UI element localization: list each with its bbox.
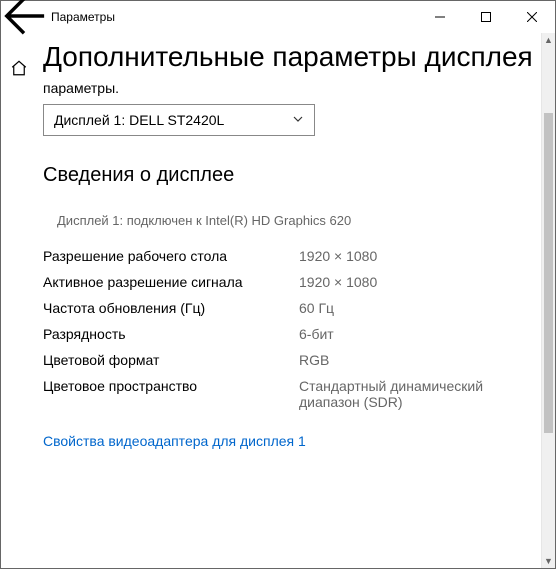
chevron-down-icon (292, 112, 304, 128)
content-area: Дополнительные параметры дисплея парамет… (1, 33, 555, 568)
minimize-button[interactable] (417, 1, 463, 33)
table-row: Цветовое пространствоСтандартный динамич… (43, 373, 535, 415)
window-title: Параметры (47, 10, 417, 24)
page-subline: параметры. (43, 80, 535, 96)
page-title: Дополнительные параметры дисплея (43, 39, 535, 74)
close-button[interactable] (509, 1, 555, 33)
table-row: Разрешение рабочего стола1920 × 1080 (43, 243, 535, 269)
scroll-down-icon[interactable]: ▼ (542, 554, 555, 568)
adapter-properties-link[interactable]: Свойства видеоадаптера для дисплея 1 (43, 433, 535, 449)
window-controls (417, 1, 555, 33)
section-title: Сведения о дисплее (43, 164, 535, 187)
display-connected-text: Дисплей 1: подключен к Intel(R) HD Graph… (57, 213, 351, 228)
settings-window: Параметры Дополнительные параметры диспл… (0, 0, 556, 569)
titlebar: Параметры (1, 1, 555, 33)
scrollbar[interactable]: ▲ ▼ (541, 33, 555, 568)
scroll-up-icon[interactable]: ▲ (542, 33, 555, 47)
table-row: Цветовой форматRGB (43, 347, 535, 373)
home-column (1, 33, 37, 568)
display-connected-row: Дисплей 1: подключен к Intel(R) HD Graph… (43, 211, 535, 229)
display-selector-value: Дисплей 1: DELL ST2420L (54, 112, 224, 128)
display-properties-table: Разрешение рабочего стола1920 × 1080 Акт… (43, 243, 535, 415)
display-selector[interactable]: Дисплей 1: DELL ST2420L (43, 104, 315, 136)
table-row: Частота обновления (Гц)60 Гц (43, 295, 535, 321)
scrollbar-thumb[interactable] (544, 113, 553, 433)
table-row: Активное разрешение сигнала1920 × 1080 (43, 269, 535, 295)
home-icon[interactable] (10, 64, 28, 81)
maximize-button[interactable] (463, 1, 509, 33)
table-row: Разрядность6-бит (43, 321, 535, 347)
main-panel: Дополнительные параметры дисплея парамет… (37, 33, 555, 568)
